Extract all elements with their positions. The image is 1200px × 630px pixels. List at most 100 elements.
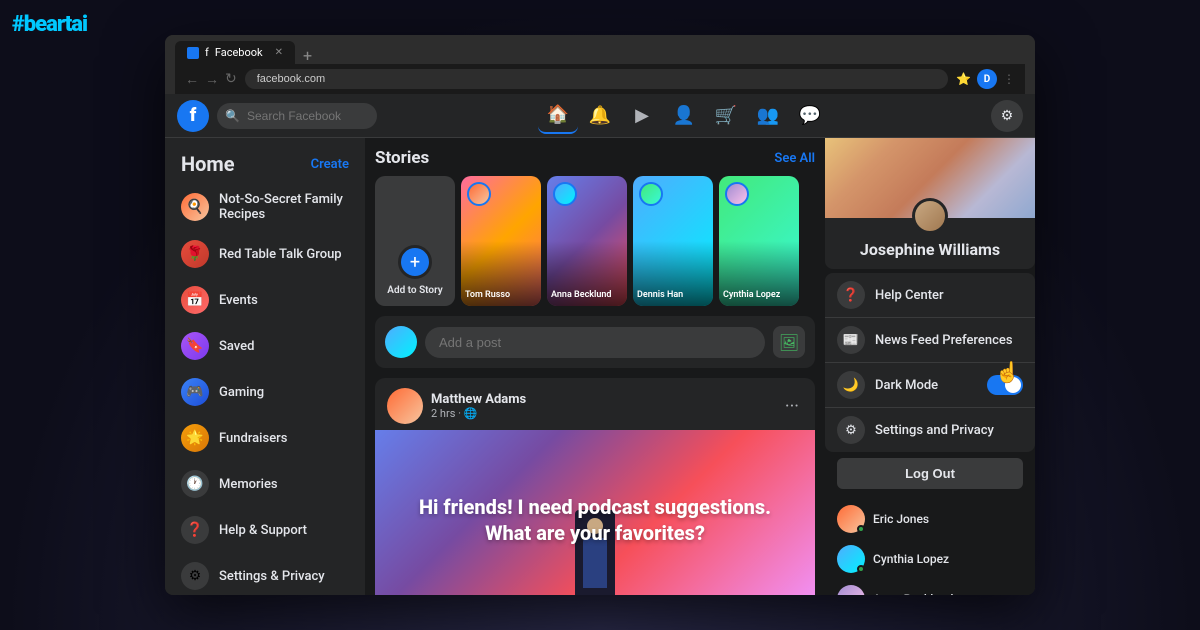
- post-time: 2 hrs · 🌐: [431, 407, 477, 420]
- dropdown-settings-label: Settings and Privacy: [875, 423, 994, 438]
- address-bar[interactable]: [245, 69, 948, 89]
- sidebar-item-settings[interactable]: ⚙ Settings & Privacy: [173, 554, 357, 595]
- watermark: #beartai: [12, 12, 87, 37]
- sidebar-item-label: Not-So-Secret Family Recipes: [219, 192, 349, 222]
- post-author-avatar: [387, 388, 423, 424]
- browser-profile[interactable]: D: [977, 69, 997, 89]
- sidebar-item-label: Help & Support: [219, 523, 307, 538]
- nav-profile-btn[interactable]: 👤: [664, 98, 704, 134]
- logout-button[interactable]: Log Out: [837, 458, 1023, 489]
- see-all-btn[interactable]: See All: [774, 151, 815, 166]
- sidebar-item-label: Saved: [219, 339, 254, 354]
- dropdown-dark-mode[interactable]: 🌙 Dark Mode: [825, 363, 1035, 408]
- browser-tabs: f Facebook ✕ +: [175, 41, 1025, 64]
- dropdown-newsfeed-label: News Feed Preferences: [875, 333, 1013, 348]
- nav-notifications-btn[interactable]: 🔔: [580, 98, 620, 134]
- extension-icon: ⭐: [956, 72, 971, 86]
- sidebar-item-gaming[interactable]: 🎮 Gaming: [173, 370, 357, 414]
- nav-groups-btn[interactable]: 👥: [748, 98, 788, 134]
- friend-avatar-eric: [837, 505, 865, 533]
- help-center-icon: ❓: [837, 281, 865, 309]
- dropdown-news-feed-prefs[interactable]: 📰 News Feed Preferences: [825, 318, 1035, 363]
- stories-title: Stories: [375, 148, 429, 168]
- new-tab-button[interactable]: +: [297, 48, 318, 64]
- news-feed-icon: 📰: [837, 326, 865, 354]
- composer-photo-btn[interactable]: 🖼: [773, 326, 805, 358]
- sidebar-item-fundraisers[interactable]: 🌟 Fundraisers: [173, 416, 357, 460]
- friend-item-eric[interactable]: Eric Jones: [825, 499, 1035, 539]
- nav-messenger-btn[interactable]: 💬: [790, 98, 830, 134]
- forward-button[interactable]: →: [205, 71, 219, 88]
- browser-window: f Facebook ✕ + ← → ↻ ⭐ D ⋮: [165, 35, 1035, 595]
- dropdown-help-label: Help Center: [875, 288, 944, 303]
- browser-tab-active[interactable]: f Facebook ✕: [175, 41, 295, 64]
- dropdown-settings-privacy[interactable]: ⚙ Settings and Privacy: [825, 408, 1035, 452]
- nav-right-section: ⚙: [991, 100, 1023, 132]
- add-story-circle: +: [398, 245, 432, 279]
- family-recipes-icon: 🍳: [181, 193, 209, 221]
- add-story-label: Add to Story: [387, 285, 442, 296]
- composer-input[interactable]: [425, 327, 765, 358]
- help-icon: ❓: [181, 516, 209, 544]
- story-name-1: Tom Russo: [465, 290, 537, 300]
- stories-row: + Add to Story Tom Russo: [375, 176, 815, 306]
- watermark-text: #beartai: [12, 12, 87, 37]
- search-wrapper: 🔍: [217, 103, 377, 129]
- post-image: Hi friends! I need podcast suggestions. …: [375, 430, 815, 595]
- menu-dots-icon[interactable]: ⋮: [1003, 72, 1015, 86]
- sidebar-create-btn[interactable]: Create: [311, 157, 349, 172]
- friend-avatar-cynthia: [837, 545, 865, 573]
- sidebar-item-label: Gaming: [219, 385, 264, 400]
- fb-logo[interactable]: f: [177, 100, 209, 132]
- search-icon: 🔍: [225, 109, 240, 123]
- saved-icon: 🔖: [181, 332, 209, 360]
- friend-name-anna: Anna Becklund: [873, 592, 953, 595]
- add-story-card[interactable]: + Add to Story: [375, 176, 455, 306]
- story-avatar-3: [639, 182, 663, 206]
- online-indicator: [857, 565, 865, 573]
- sidebar-item-family-recipes[interactable]: 🍳 Not-So-Secret Family Recipes: [173, 184, 357, 230]
- nav-marketplace-btn[interactable]: 🛒: [706, 98, 746, 134]
- fb-right-panel: Josephine Williams ❓ Help Center 📰 News …: [825, 138, 1035, 595]
- stories-header: Stories See All: [375, 148, 815, 168]
- browser-chrome: f Facebook ✕ + ← → ↻ ⭐ D ⋮: [165, 35, 1035, 94]
- gaming-icon: 🎮: [181, 378, 209, 406]
- sidebar-item-label: Events: [219, 293, 258, 308]
- post-meta: 2 hrs · 🌐: [431, 407, 773, 420]
- stage: #beartai f Facebook ✕ + ← → ↻: [0, 0, 1200, 630]
- sidebar-item-events[interactable]: 📅 Events: [173, 278, 357, 322]
- story-avatar-2: [553, 182, 577, 206]
- post-more-btn[interactable]: ···: [781, 392, 803, 421]
- friend-name-cynthia: Cynthia Lopez: [873, 552, 949, 566]
- sidebar-item-memories[interactable]: 🕐 Memories: [173, 462, 357, 506]
- dark-mode-toggle[interactable]: [987, 375, 1023, 395]
- fb-search-input[interactable]: [217, 103, 377, 129]
- friend-item-anna[interactable]: Anna Becklund: [825, 579, 1035, 595]
- story-card-4[interactable]: Cynthia Lopez: [719, 176, 799, 306]
- settings-btn[interactable]: ⚙: [991, 100, 1023, 132]
- story-card-3[interactable]: Dennis Han: [633, 176, 713, 306]
- reload-button[interactable]: ↻: [225, 71, 237, 88]
- nav-video-btn[interactable]: ▶: [622, 98, 662, 134]
- story-card-2[interactable]: Anna Becklund: [547, 176, 627, 306]
- settings-privacy-icon: ⚙: [181, 562, 209, 590]
- tab-close-btn[interactable]: ✕: [275, 47, 283, 58]
- post-composer: 🖼: [375, 316, 815, 368]
- sidebar-item-red-table[interactable]: 🌹 Red Table Talk Group: [173, 232, 357, 276]
- dropdown-help-center[interactable]: ❓ Help Center: [825, 273, 1035, 318]
- story-card-1[interactable]: Tom Russo: [461, 176, 541, 306]
- stories-section: Stories See All + Add to Story: [375, 148, 815, 306]
- back-button[interactable]: ←: [185, 71, 199, 88]
- sidebar-item-help[interactable]: ❓ Help & Support: [173, 508, 357, 552]
- dropdown-darkmode-label: Dark Mode: [875, 378, 938, 393]
- sidebar-item-saved[interactable]: 🔖 Saved: [173, 324, 357, 368]
- friend-item-cynthia[interactable]: Cynthia Lopez: [825, 539, 1035, 579]
- sidebar-title: Home: [181, 152, 235, 176]
- post-image-text: Hi friends! I need podcast suggestions. …: [375, 474, 815, 566]
- nav-home-btn[interactable]: 🏠: [538, 98, 578, 134]
- sidebar-item-label: Settings & Privacy: [219, 569, 325, 584]
- sidebar-item-label: Fundraisers: [219, 431, 287, 446]
- fb-navbar: f 🔍 🏠 🔔 ▶ 👤 🛒 👥 💬 ⚙: [165, 94, 1035, 138]
- memories-icon: 🕐: [181, 470, 209, 498]
- story-name-4: Cynthia Lopez: [723, 290, 795, 300]
